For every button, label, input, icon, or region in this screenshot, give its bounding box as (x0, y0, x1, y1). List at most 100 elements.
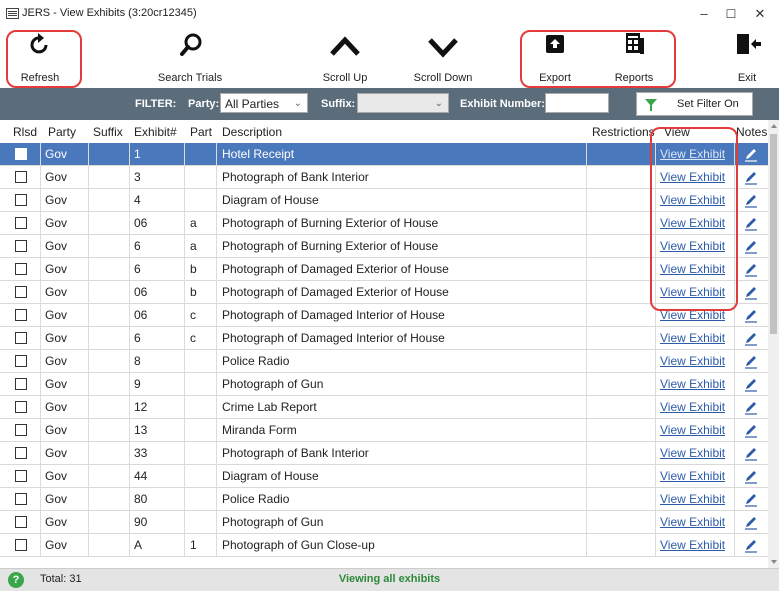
column-divider (586, 166, 587, 188)
column-divider (88, 189, 89, 211)
edit-notes-icon[interactable] (743, 377, 758, 392)
released-checkbox[interactable] (15, 148, 27, 160)
vertical-scrollbar[interactable] (768, 120, 779, 568)
view-exhibit-link[interactable]: View Exhibit (660, 419, 725, 441)
released-checkbox[interactable] (15, 332, 27, 344)
header-restrictions[interactable]: Restrictions (592, 125, 655, 139)
exhibit-number-input[interactable] (545, 93, 609, 113)
scroll-up-button[interactable]: Scroll Up (310, 28, 380, 88)
column-divider (586, 281, 587, 303)
table-row[interactable]: Gov 12 Crime Lab Report View Exhibit (0, 396, 768, 419)
released-checkbox[interactable] (15, 378, 27, 390)
released-checkbox[interactable] (15, 217, 27, 229)
edit-notes-icon[interactable] (743, 492, 758, 507)
view-exhibit-link[interactable]: View Exhibit (660, 327, 725, 349)
search-trials-button[interactable]: Search Trials (155, 28, 225, 88)
column-divider (40, 189, 41, 211)
column-divider (40, 488, 41, 510)
suffix-select[interactable]: ⌄ (357, 93, 449, 113)
view-exhibit-link[interactable]: View Exhibit (660, 396, 725, 418)
edit-notes-icon[interactable] (743, 193, 758, 208)
released-checkbox[interactable] (15, 470, 27, 482)
edit-notes-icon[interactable] (743, 147, 758, 162)
cell-exhibit: 8 (134, 354, 141, 368)
edit-notes-icon[interactable] (743, 446, 758, 461)
party-select[interactable]: All Parties ⌄ (220, 93, 308, 113)
exit-button[interactable]: Exit (725, 28, 769, 88)
table-row[interactable]: Gov 9 Photograph of Gun View Exhibit (0, 373, 768, 396)
view-exhibit-link[interactable]: View Exhibit (660, 511, 725, 533)
column-divider (184, 189, 185, 211)
released-checkbox[interactable] (15, 493, 27, 505)
edit-notes-icon[interactable] (743, 469, 758, 484)
cell-part: b (190, 285, 197, 299)
column-divider (216, 189, 217, 211)
released-checkbox[interactable] (15, 539, 27, 551)
cell-description: Diagram of House (222, 469, 319, 483)
edit-notes-icon[interactable] (743, 216, 758, 231)
edit-notes-icon[interactable] (743, 170, 758, 185)
close-button[interactable]: ✕ (750, 4, 770, 24)
table-row[interactable]: Gov A 1 Photograph of Gun Close-up View Exhi… (0, 534, 768, 557)
view-exhibit-link[interactable]: View Exhibit (660, 442, 725, 464)
column-divider (88, 258, 89, 280)
cell-description: Diagram of House (222, 193, 319, 207)
edit-notes-icon[interactable] (743, 308, 758, 323)
maximize-button[interactable]: ☐ (721, 4, 741, 24)
header-suffix[interactable]: Suffix (93, 125, 123, 139)
column-divider (129, 419, 130, 441)
set-filter-button[interactable]: Set Filter On (636, 92, 753, 116)
minimize-button[interactable]: – (694, 4, 714, 24)
column-divider (216, 304, 217, 326)
edit-notes-icon[interactable] (743, 285, 758, 300)
edit-notes-icon[interactable] (743, 239, 758, 254)
released-checkbox[interactable] (15, 355, 27, 367)
view-exhibit-link[interactable]: View Exhibit (660, 350, 725, 372)
header-exhibit[interactable]: Exhibit# (134, 125, 177, 139)
released-checkbox[interactable] (15, 516, 27, 528)
released-checkbox[interactable] (15, 171, 27, 183)
released-checkbox[interactable] (15, 263, 27, 275)
edit-notes-icon[interactable] (743, 331, 758, 346)
view-exhibit-link[interactable]: View Exhibit (660, 373, 725, 395)
edit-notes-icon[interactable] (743, 354, 758, 369)
view-exhibit-link[interactable]: View Exhibit (660, 534, 725, 556)
edit-notes-icon[interactable] (743, 262, 758, 277)
column-divider (88, 511, 89, 533)
table-row[interactable]: Gov 33 Photograph of Bank Interior View Exh… (0, 442, 768, 465)
table-row[interactable]: Gov 80 Police Radio View Exhibit (0, 488, 768, 511)
header-party[interactable]: Party (48, 125, 76, 139)
released-checkbox[interactable] (15, 424, 27, 436)
view-exhibit-link[interactable]: View Exhibit (660, 465, 725, 487)
edit-notes-icon[interactable] (743, 400, 758, 415)
view-exhibit-link[interactable]: View Exhibit (660, 488, 725, 510)
table-row[interactable]: Gov 90 Photograph of Gun View Exhibit (0, 511, 768, 534)
scroll-down-button[interactable]: Scroll Down (405, 28, 481, 88)
released-checkbox[interactable] (15, 286, 27, 298)
edit-notes-icon[interactable] (743, 538, 758, 553)
header-description[interactable]: Description (222, 125, 282, 139)
table-row[interactable]: Gov 8 Police Radio View Exhibit (0, 350, 768, 373)
scrollbar-thumb[interactable] (770, 134, 777, 334)
cell-party: Gov (45, 423, 68, 437)
edit-notes-icon[interactable] (743, 515, 758, 530)
released-checkbox[interactable] (15, 401, 27, 413)
scroll-down-arrow-icon[interactable] (771, 560, 777, 564)
released-checkbox[interactable] (15, 240, 27, 252)
cell-part: c (190, 308, 196, 322)
window-title: JERS - View Exhibits (3:20cr12345) (22, 7, 197, 19)
scroll-up-arrow-icon[interactable] (771, 124, 777, 128)
header-notes[interactable]: Notes (736, 125, 767, 139)
released-checkbox[interactable] (15, 447, 27, 459)
header-part[interactable]: Part (190, 125, 212, 139)
released-checkbox[interactable] (15, 309, 27, 321)
header-rlsd[interactable]: Rlsd (13, 125, 37, 139)
cell-description: Police Radio (222, 492, 290, 506)
column-divider (40, 281, 41, 303)
table-row[interactable]: Gov 44 Diagram of House View Exhibit (0, 465, 768, 488)
cell-party: Gov (45, 239, 68, 253)
edit-notes-icon[interactable] (743, 423, 758, 438)
table-row[interactable]: Gov 6 c Photograph of Damaged Interior of H… (0, 327, 768, 350)
table-row[interactable]: Gov 13 Miranda Form View Exhibit (0, 419, 768, 442)
released-checkbox[interactable] (15, 194, 27, 206)
